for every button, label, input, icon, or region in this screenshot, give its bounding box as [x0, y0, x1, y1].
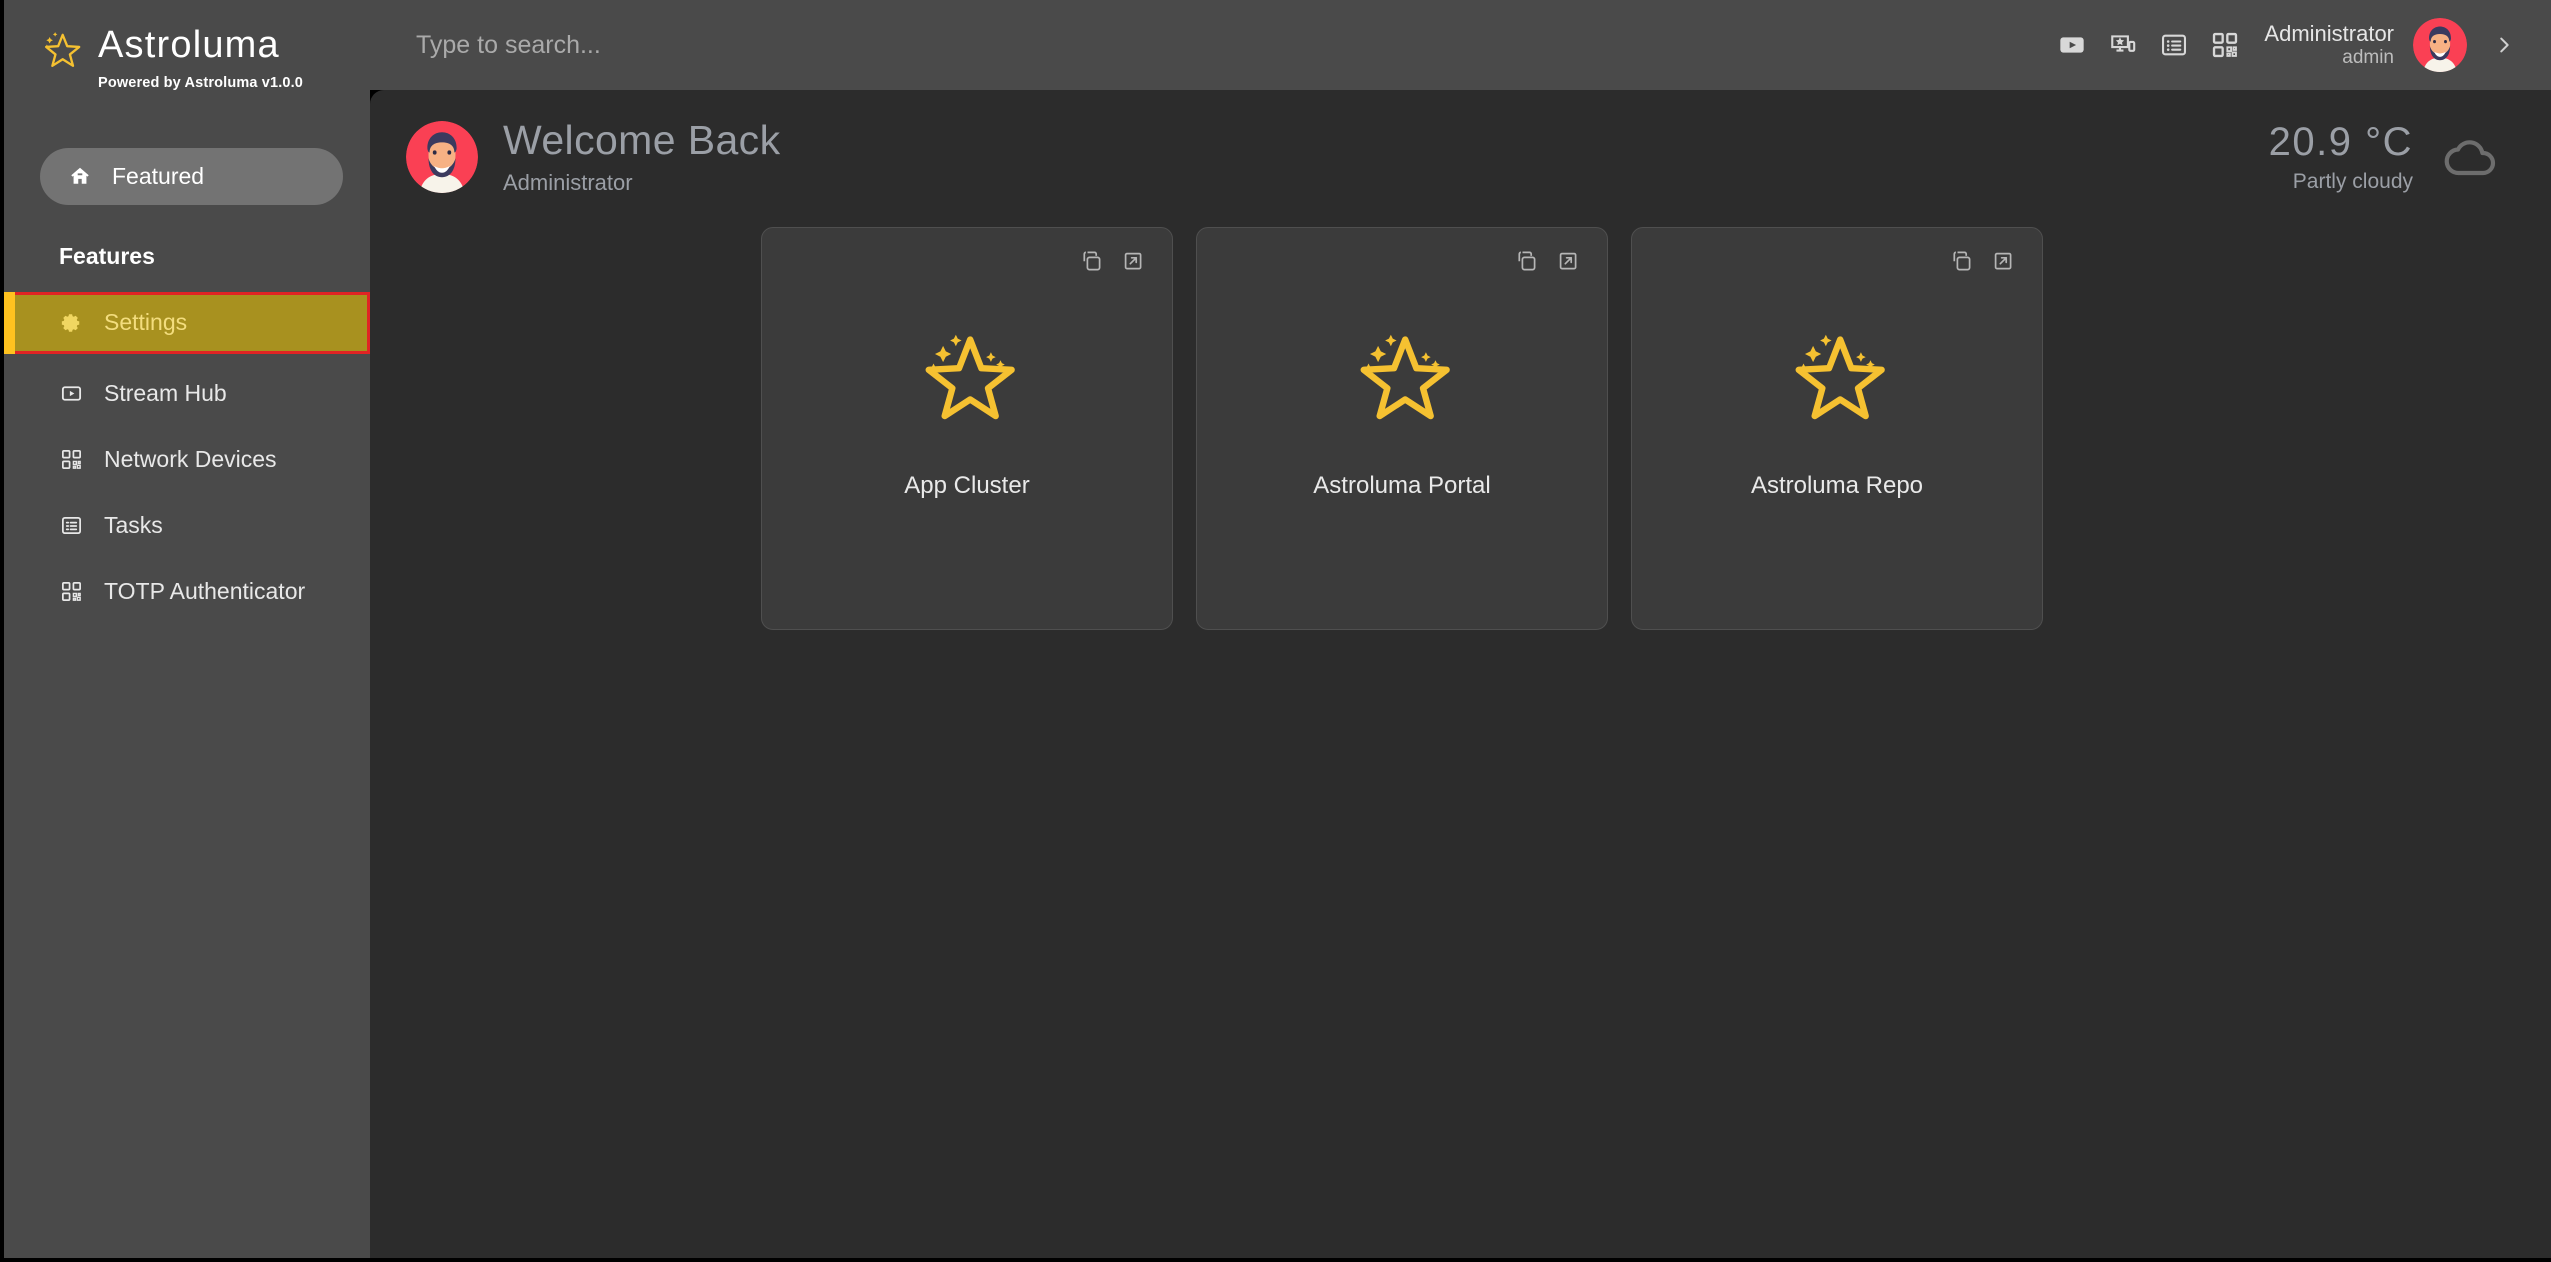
sidebar-item-network-devices-label: Network Devices	[104, 446, 277, 473]
qr-code-icon[interactable]	[2210, 30, 2240, 60]
app-card-name: Astroluma Repo	[1750, 472, 1924, 499]
weather-temperature: 20.9 °C	[2268, 119, 2413, 164]
card-actions	[1078, 248, 1146, 274]
sidebar-item-tasks[interactable]: Tasks	[4, 500, 370, 552]
card-actions	[1513, 248, 1581, 274]
sidebar: Astroluma Powered by Astroluma v1.0.0 Fe…	[4, 0, 370, 1258]
avatar	[406, 121, 478, 193]
active-accent-bar	[4, 291, 15, 354]
topbar-user[interactable]: Administrator admin	[2264, 21, 2394, 69]
device-star-icon[interactable]	[2108, 30, 2138, 60]
app-card[interactable]: App Cluster	[761, 227, 1173, 630]
topbar-right: Administrator admin	[2057, 18, 2515, 72]
sparkle-star-icon	[1782, 322, 1892, 424]
sparkle-star-icon	[1347, 322, 1457, 424]
topbar-icon-group	[2057, 30, 2240, 60]
app-card[interactable]: Astroluma Repo	[1631, 227, 2043, 630]
sidebar-item-featured[interactable]: Featured	[40, 147, 343, 205]
topbar: Administrator admin	[370, 0, 2551, 90]
page-title: Welcome Back	[503, 117, 781, 164]
topbar-user-role: admin	[2342, 46, 2394, 68]
play-icon[interactable]	[2057, 30, 2087, 60]
chevron-right-icon[interactable]	[2493, 30, 2515, 60]
sparkle-star-icon	[912, 322, 1022, 424]
home-icon	[69, 165, 91, 187]
search-input[interactable]	[370, 30, 2058, 60]
sidebar-item-settings[interactable]: Settings	[4, 291, 370, 354]
page-subtitle: Administrator	[503, 169, 633, 195]
card-actions	[1948, 248, 2016, 274]
cloud-icon	[2439, 125, 2503, 189]
sidebar-item-totp-authenticator-label: TOTP Authenticator	[104, 578, 306, 605]
qr-code-icon	[59, 580, 83, 604]
brand-tagline: Powered by Astroluma v1.0.0	[98, 74, 303, 91]
qr-code-icon	[59, 448, 83, 472]
topbar-user-name: Administrator	[2264, 20, 2394, 46]
weather-widget: 20.9 °C Partly cloudy	[2269, 121, 2511, 194]
brand-title: Astroluma	[98, 24, 280, 66]
sidebar-item-tasks-label: Tasks	[104, 512, 163, 539]
list-icon[interactable]	[2159, 30, 2189, 60]
copy-icon[interactable]	[1948, 248, 1974, 274]
copy-icon[interactable]	[1078, 248, 1104, 274]
app-root: Astroluma Powered by Astroluma v1.0.0 Fe…	[0, 0, 2551, 1262]
copy-icon[interactable]	[1513, 248, 1539, 274]
main-content: Welcome Back Administrator 20.9 °C Partl…	[370, 90, 2551, 1258]
sidebar-nav: Featured Features Settings Stream Hub Ne…	[4, 147, 370, 618]
play-box-icon	[59, 382, 83, 406]
sidebar-item-totp-authenticator[interactable]: TOTP Authenticator	[4, 566, 370, 618]
external-link-icon[interactable]	[1990, 248, 2016, 274]
gear-icon	[59, 311, 83, 335]
page-header: Welcome Back Administrator 20.9 °C Partl…	[370, 90, 2551, 198]
weather-condition: Partly cloudy	[2292, 169, 2413, 193]
sidebar-item-settings-label: Settings	[104, 309, 188, 336]
app-card-grid: App Cluster Astroluma Portal Astroluma R…	[761, 227, 2551, 630]
sidebar-item-stream-hub-label: Stream Hub	[104, 380, 227, 407]
sidebar-item-stream-hub[interactable]: Stream Hub	[4, 368, 370, 420]
avatar[interactable]	[2413, 18, 2467, 72]
app-card-name: Astroluma Portal	[1313, 472, 1491, 499]
app-card[interactable]: Astroluma Portal	[1196, 227, 1608, 630]
external-link-icon[interactable]	[1120, 248, 1146, 274]
sidebar-items: Settings Stream Hub Network Devices Task…	[4, 291, 370, 618]
sparkle-star-icon	[40, 28, 84, 72]
sidebar-item-featured-label: Featured	[112, 162, 205, 189]
sidebar-section-label: Features	[59, 242, 155, 269]
external-link-icon[interactable]	[1555, 248, 1581, 274]
list-box-icon	[59, 514, 83, 538]
sidebar-item-network-devices[interactable]: Network Devices	[4, 434, 370, 486]
app-card-name: App Cluster	[904, 472, 1030, 499]
brand[interactable]: Astroluma Powered by Astroluma v1.0.0	[4, 0, 370, 91]
